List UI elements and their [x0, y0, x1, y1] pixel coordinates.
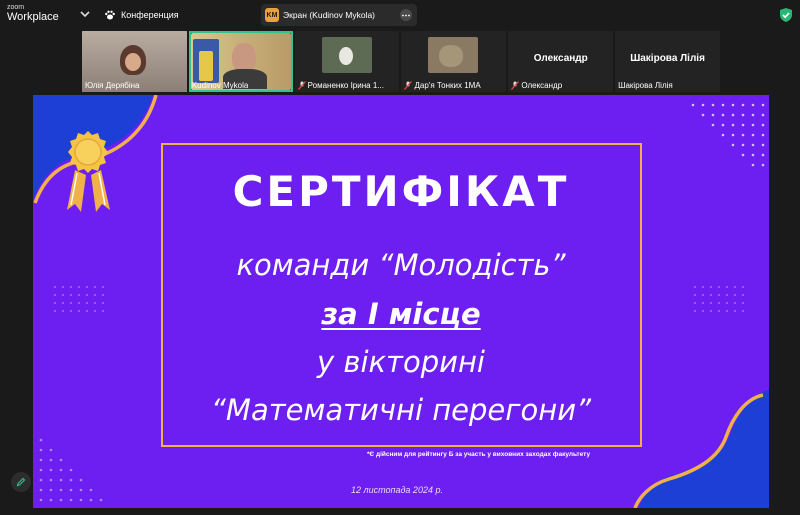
participant-name: Дар'я Тонких 1МА [414, 81, 481, 90]
participant-name: Олександр [521, 81, 563, 90]
banner-stripe [198, 51, 213, 81]
edit-icon[interactable] [11, 472, 31, 492]
participant-tile[interactable]: Олександр Олександр [508, 31, 614, 92]
mic-muted-icon [297, 81, 306, 90]
mic-muted-icon [404, 81, 413, 90]
shared-screen: СЕРТИФІКАТ команди “Молодість” за І місц… [33, 95, 769, 508]
participant-tile[interactable]: Шакірова Лілія Шакірова Лілія [615, 31, 720, 92]
certificate-date: 12 листопада 2024 р. [351, 485, 443, 495]
more-icon[interactable] [400, 9, 412, 21]
quiz-name-line: “Математичні перегони” [210, 393, 592, 427]
chevron-down-icon[interactable] [79, 8, 91, 20]
participant-name: Kudinov Mykola [191, 81, 249, 90]
avatar-cat [439, 45, 464, 67]
participant-tile[interactable]: Kudinov Mykola [188, 31, 293, 92]
meeting-label: Конференция [121, 10, 179, 20]
person-face [125, 53, 141, 71]
mic-muted-icon [511, 81, 520, 90]
participant-display-name: Шакірова Лілія [630, 53, 705, 64]
logo-top-text: zoom [7, 4, 25, 11]
participant-name: Романенко Ірина 1... [307, 81, 384, 90]
avatar-figure [338, 47, 353, 65]
participant-name: Шакірова Лілія [618, 81, 673, 90]
participant-name: Юлія Дерябіна [85, 81, 140, 90]
screen-share-indicator[interactable]: KM Экран (Kudinov Mykola) [261, 4, 417, 26]
team-line: команди “Молодість” [236, 248, 566, 282]
place-line: за І місце [321, 297, 481, 331]
participant-tile[interactable]: Юлія Дерябіна [82, 31, 187, 92]
certificate-title: СЕРТИФІКАТ [232, 167, 570, 216]
logo-bottom-text: Workplace [7, 11, 59, 23]
participant-display-name: Олександр [533, 53, 588, 64]
quiz-line: у вікторині [317, 345, 485, 379]
participant-tile[interactable]: Романенко Ірина 1... [294, 31, 400, 92]
participant-tile[interactable]: Дар'я Тонких 1МА [401, 31, 507, 92]
meeting-menu[interactable]: Конференция [104, 6, 179, 24]
dot-pattern-top-right [691, 103, 765, 167]
shield-check-icon[interactable] [779, 7, 793, 23]
participant-strip: Юлія Дерябіна Kudinov Mykola Романенко І… [82, 31, 720, 92]
sharer-avatar: KM [265, 8, 279, 22]
zoom-logo: zoom Workplace [7, 4, 59, 23]
top-bar: zoom Workplace Конференция KM Экран (Kud… [0, 0, 800, 30]
dot-pattern-bottom-left [39, 438, 103, 502]
screen-share-label: Экран (Kudinov Mykola) [283, 10, 376, 20]
certificate-note: *Є дійсним для рейтингу Б за участь у ви… [367, 451, 591, 458]
paw-icon [105, 10, 115, 20]
